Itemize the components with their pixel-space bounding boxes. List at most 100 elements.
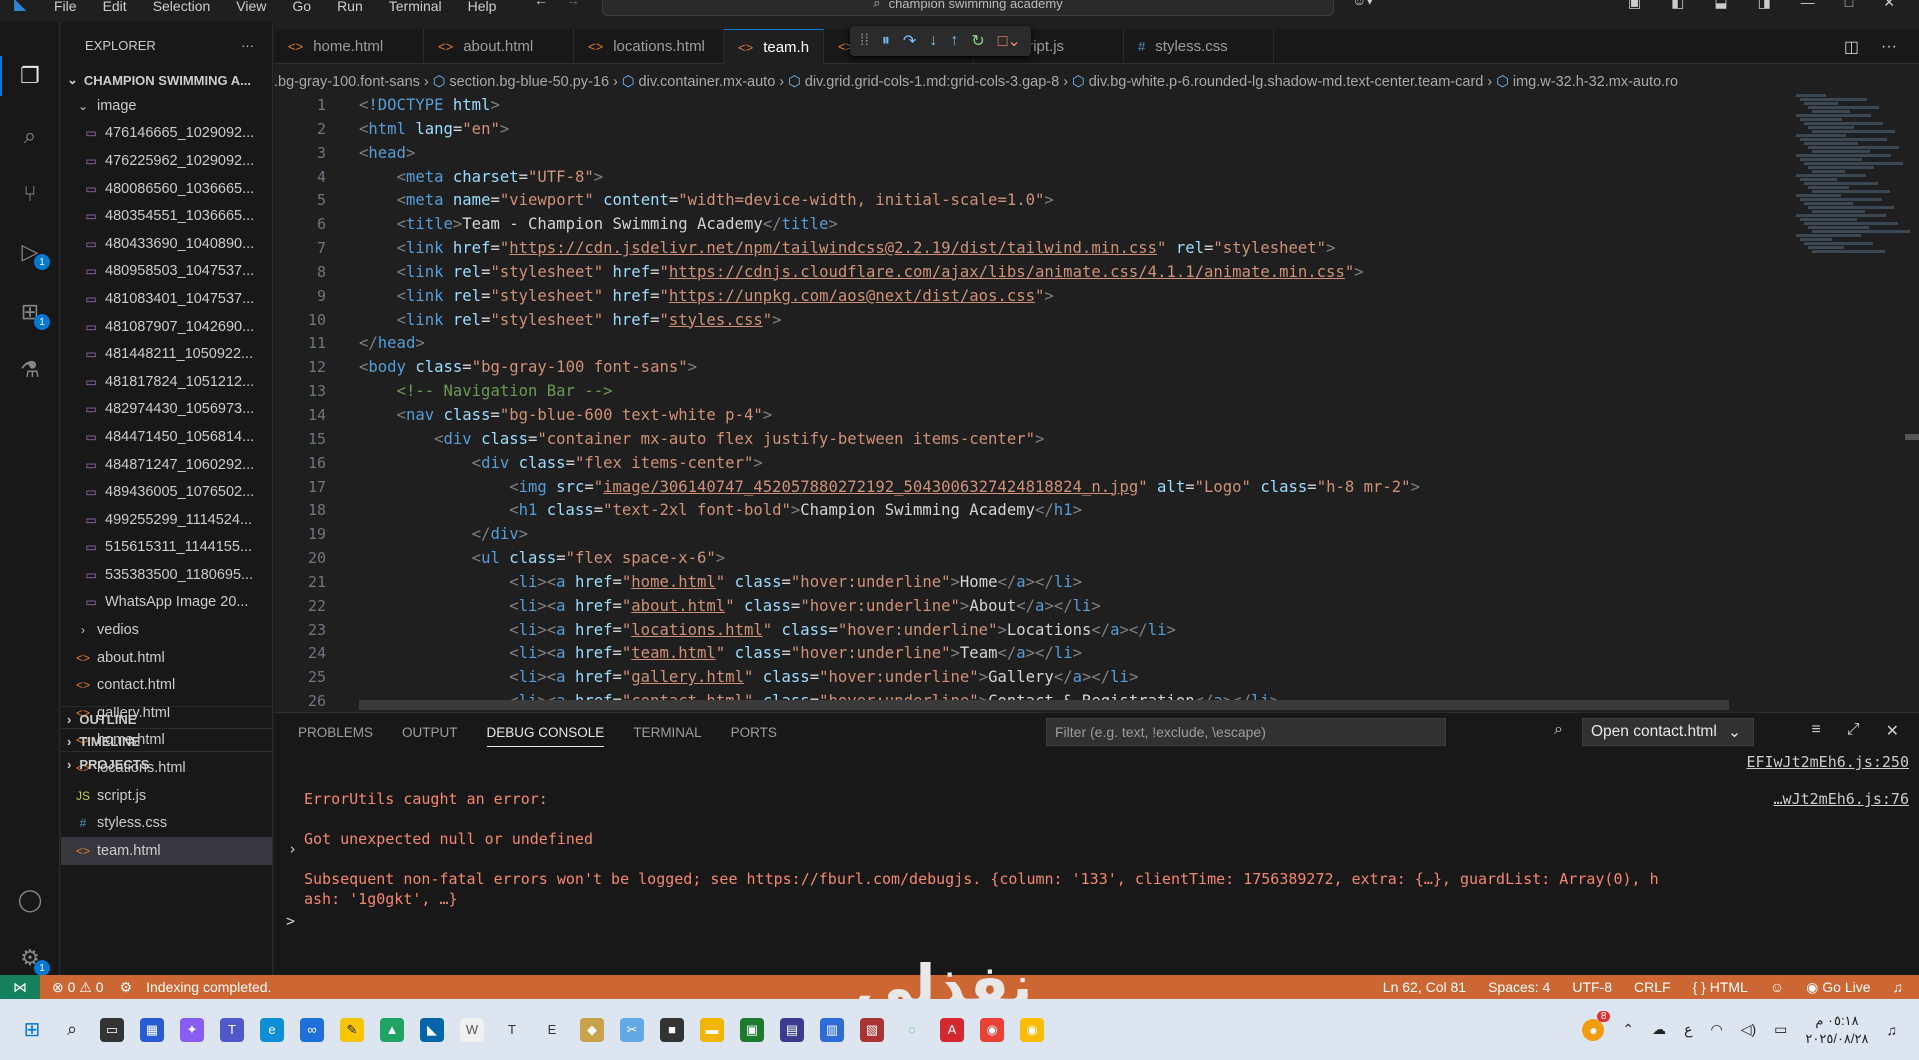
breadcrumb-item[interactable]: img.w-32.h-32.mx-auto.ro: [1513, 74, 1678, 90]
maximize-icon[interactable]: □: [1845, 0, 1853, 11]
tab-output[interactable]: OUTPUT: [402, 725, 458, 747]
typora-icon[interactable]: T: [500, 1018, 524, 1042]
split-editor-icon[interactable]: ◫: [1844, 37, 1859, 57]
tab-locations-html[interactable]: <> locations.html: [574, 29, 724, 64]
sticky-notes-icon[interactable]: ✎: [340, 1017, 364, 1042]
file-image-item[interactable]: ▭ 535383500_1180695...: [61, 561, 272, 589]
code-editor[interactable]: 1 2 3 4 5 6 7 8 9 10 11 12 13 14 15 16 17 18 19 20 21 22 23 24 2…: [274, 94, 1919, 710]
file-image-item[interactable]: ▭ 480354551_1036665...: [61, 202, 272, 230]
step-into-icon[interactable]: ↓: [929, 32, 937, 50]
edge-icon[interactable]: e: [260, 1017, 284, 1042]
copilot-app-icon[interactable]: ✦: [180, 1017, 204, 1042]
word-icon[interactable]: W: [460, 1017, 484, 1042]
notifications-bell-icon[interactable]: ♫: [1893, 979, 1904, 995]
minimap[interactable]: [1796, 94, 1910, 254]
testing-icon[interactable]: ⚗: [14, 354, 46, 386]
vertical-scrollbar[interactable]: [1905, 434, 1919, 440]
menu-selection[interactable]: Selection: [153, 0, 211, 14]
app-icon[interactable]: ✂: [620, 1017, 644, 1042]
menu-edit[interactable]: Edit: [103, 0, 127, 14]
close-panel-icon[interactable]: ✕: [1886, 721, 1899, 741]
restart-icon[interactable]: ↻: [971, 31, 984, 51]
clear-console-icon[interactable]: ≡: [1811, 721, 1820, 741]
nav-forward-icon[interactable]: →: [566, 0, 580, 8]
tab-team-h[interactable]: <> team.h: [724, 29, 825, 64]
file-item[interactable]: JS script.js: [61, 782, 272, 810]
menu-go[interactable]: Go: [292, 0, 311, 14]
explorer-icon[interactable]: ❐: [14, 60, 46, 92]
step-out-icon[interactable]: ↑: [950, 32, 958, 50]
errors-status[interactable]: ⊗ 0 ⚠ 0: [52, 979, 104, 996]
file-image-item[interactable]: ▭ 476225962_1029092...: [61, 147, 272, 175]
file-explorer-icon[interactable]: ▬: [700, 1017, 724, 1042]
language-mode[interactable]: { } HTML: [1693, 979, 1748, 995]
folder-vedios[interactable]: › vedios: [61, 616, 272, 644]
horizontal-scrollbar[interactable]: [359, 700, 1729, 710]
file-image-item[interactable]: ▭ 476146665_1029092...: [61, 120, 272, 148]
app-icon[interactable]: ◆: [580, 1017, 604, 1042]
section-projects[interactable]: › PROJECTS: [61, 751, 273, 777]
tab-ports[interactable]: PORTS: [731, 725, 777, 747]
tab-about-html[interactable]: <> about.html: [424, 29, 574, 64]
breadcrumb-item[interactable]: div.grid.grid-cols-1.md:grid-cols-3.gap-…: [805, 74, 1059, 90]
search-view-icon[interactable]: ⌕: [14, 120, 46, 152]
run-debug-icon[interactable]: ▷ 1: [14, 236, 50, 270]
app-icon[interactable]: ▤: [780, 1017, 804, 1042]
file-item[interactable]: <> contact.html: [61, 671, 272, 699]
source-control-icon[interactable]: ⑂: [14, 178, 46, 210]
notifications-icon[interactable]: ♫: [1887, 1022, 1898, 1038]
console-filter-input[interactable]: Filter (e.g. text, !exclude, \escape): [1046, 718, 1446, 746]
source-link[interactable]: …wJt2mEh6.js:76: [1774, 779, 1909, 819]
menu-terminal[interactable]: Terminal: [389, 0, 442, 14]
app-icon[interactable]: ■: [660, 1017, 684, 1042]
file-image-item[interactable]: ▭ 480433690_1040890...: [61, 230, 272, 258]
drag-handle-icon[interactable]: ⁞⁞: [860, 32, 869, 50]
clock[interactable]: ٠٥:١٨ م ٢٠٢٥/٠٨/٢٨: [1805, 1012, 1868, 1048]
tab-styless-css[interactable]: # styless.css: [1124, 29, 1275, 64]
copilot-icon[interactable]: ☺▾: [1352, 0, 1373, 9]
maximize-panel-icon[interactable]: ⤢: [1847, 721, 1860, 741]
file-image-item[interactable]: ▭ 484471450_1056814...: [61, 423, 272, 451]
indentation[interactable]: Spaces: 4: [1488, 979, 1550, 995]
file-image-item[interactable]: ▭ 481817824_1051212...: [61, 368, 272, 396]
pause-icon[interactable]: ⏸: [882, 32, 890, 50]
command-center[interactable]: ⌕ champion swimming academy: [602, 0, 1334, 16]
volume-icon[interactable]: ◁): [1741, 1021, 1756, 1038]
more-actions-icon[interactable]: ···: [241, 38, 254, 53]
toggle-sidebar-icon[interactable]: ◧: [1671, 0, 1684, 11]
breadcrumb-item[interactable]: section.bg-blue-50.py-16: [449, 74, 609, 90]
remote-icon[interactable]: ⋈: [0, 975, 40, 999]
close-window-icon[interactable]: ✕: [1883, 0, 1895, 11]
file-image-item[interactable]: ▭ 481087907_1042690...: [61, 313, 272, 341]
debug-status-icon[interactable]: ⚙: [120, 979, 133, 996]
account-icon[interactable]: ◯: [14, 884, 46, 916]
breadcrumb-item[interactable]: div.container.mx-auto: [639, 74, 776, 90]
toggle-panel-icon[interactable]: ⬓: [1714, 0, 1727, 11]
file-image-item[interactable]: ▭ 480086560_1036665...: [61, 175, 272, 203]
console-prompt[interactable]: >: [286, 912, 295, 930]
app-icon[interactable]: ▣: [740, 1017, 764, 1042]
tab-debug-console[interactable]: DEBUG CONSOLE: [486, 725, 605, 747]
menu-help[interactable]: Help: [468, 0, 497, 14]
toggle-secondary-sidebar-icon[interactable]: ◨: [1758, 0, 1771, 11]
file-image-item[interactable]: ▭ WhatsApp Image 20...: [61, 589, 272, 617]
file-image-item[interactable]: ▭ 480958503_1047537...: [61, 258, 272, 286]
store-icon[interactable]: ▦: [140, 1017, 164, 1042]
chevron-up-icon[interactable]: ⌃: [1622, 1021, 1634, 1038]
stop-icon[interactable]: □⌄: [998, 31, 1021, 51]
workspace-root[interactable]: ⌄ CHAMPION SWIMMING A...: [61, 68, 272, 92]
tab-terminal[interactable]: TERMINAL: [633, 725, 701, 747]
breadcrumb-item[interactable]: div.bg-white.p-6.rounded-lg.shadow-md.te…: [1089, 74, 1484, 90]
file-item[interactable]: # styless.css: [61, 809, 272, 837]
step-over-icon[interactable]: ↷: [903, 31, 916, 51]
file-image-item[interactable]: ▭ 482974430_1056973...: [61, 396, 272, 424]
editor-app-icon[interactable]: E: [540, 1018, 564, 1042]
menu-run[interactable]: Run: [337, 0, 363, 14]
app-icon[interactable]: ◌: [900, 1018, 924, 1042]
task-view-icon[interactable]: ▭: [100, 1017, 124, 1042]
tab-problems[interactable]: PROBLEMS: [298, 725, 373, 747]
notification-app-icon[interactable]: ● 8: [1582, 1010, 1611, 1041]
chart-app-icon[interactable]: ▥: [820, 1017, 844, 1042]
tab-home-html[interactable]: <> home.html: [274, 29, 424, 64]
copilot-status-icon[interactable]: ☺: [1770, 979, 1784, 995]
